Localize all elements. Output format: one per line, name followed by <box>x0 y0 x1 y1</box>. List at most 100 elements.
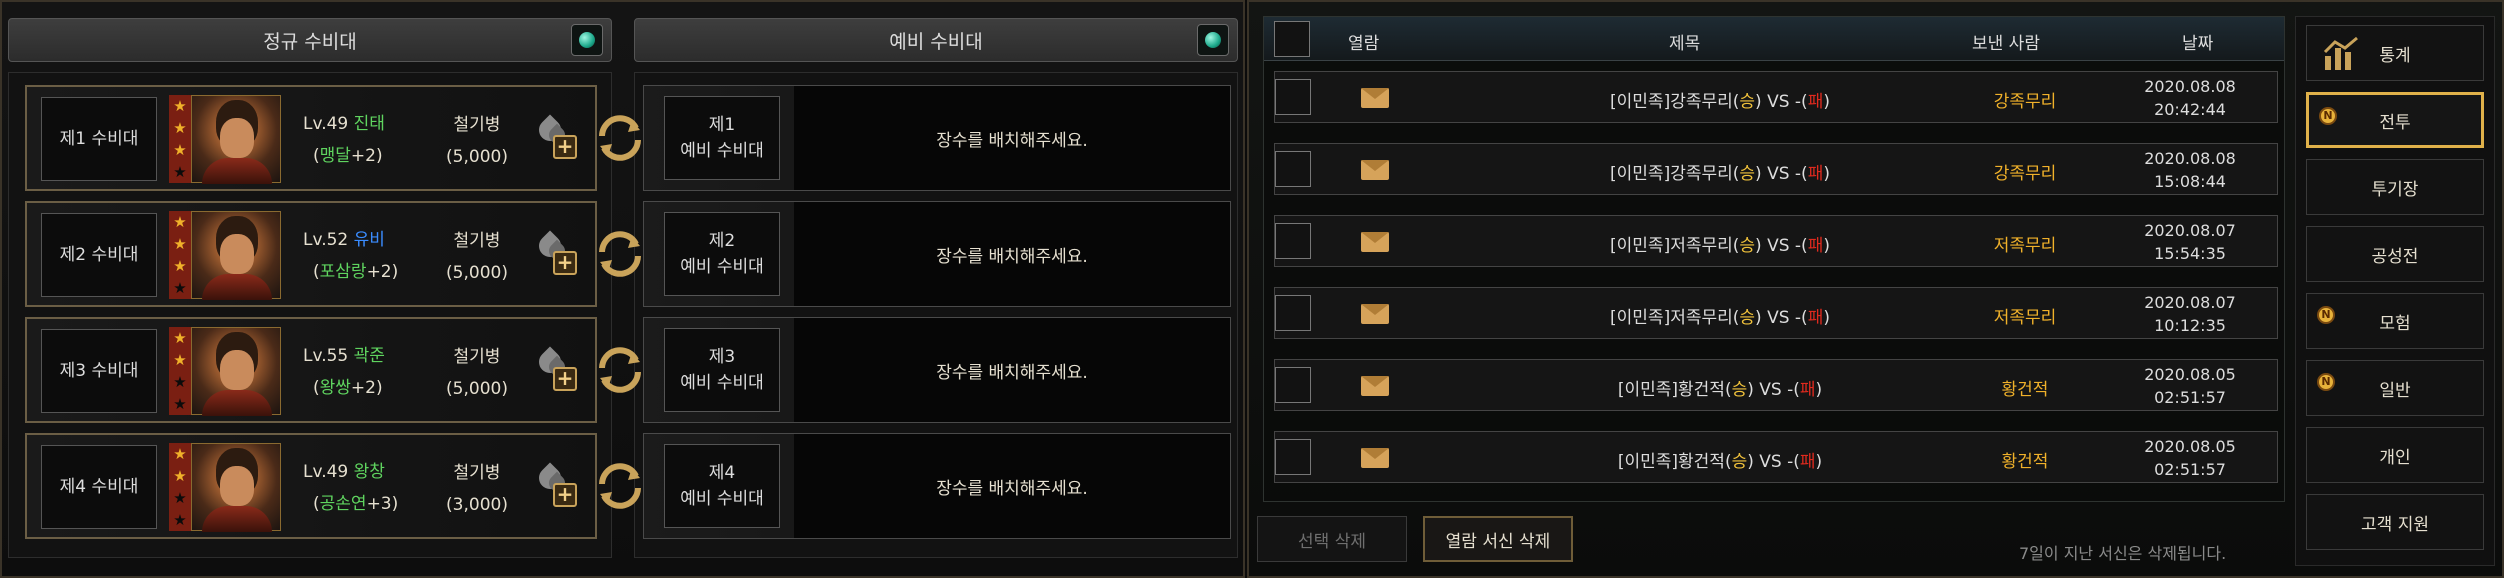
mail-row[interactable]: [이민족]황건적(승) VS -(패) 황건적 2020.08.05 02:51:… <box>1274 431 2278 483</box>
hero-portrait[interactable] <box>191 327 281 416</box>
mail-subject[interactable]: [이민족]황건적(승) VS -(패) <box>1485 447 1955 472</box>
gem-icon[interactable] <box>1197 24 1229 56</box>
mail-row[interactable]: [이민족]저족무리(승) VS -(패) 저족무리 2020.08.07 10:1… <box>1274 287 2278 339</box>
envelope-icon <box>1361 448 1389 468</box>
defense-row[interactable]: 제2 수비대 ★ ★ ★ ★ Lv.52 유비 (포삼랑+2) 철기병 (5,000) … <box>25 201 597 307</box>
mail-checkbox[interactable] <box>1275 79 1311 115</box>
troop-count: (3,000) <box>446 495 508 515</box>
mail-date: 2020.08.05 02:51:57 <box>2115 435 2265 481</box>
menu-item[interactable]: 개인 <box>2306 427 2484 483</box>
menu-item[interactable]: 투기장 <box>2306 159 2484 215</box>
hero-name: 유비 <box>353 230 385 250</box>
mail-subject[interactable]: [이민족]황건적(승) VS -(패) <box>1485 375 1955 400</box>
hero-star-rating: ★ ★ ★ ★ <box>169 211 191 299</box>
subject-lose: 패 <box>1807 308 1824 328</box>
add-troops-icon[interactable]: + <box>534 462 579 509</box>
subject-prefix: [이민족]저족무리( <box>1610 236 1740 256</box>
troop-count: (5,000) <box>446 147 508 167</box>
hero-portrait[interactable] <box>191 443 281 532</box>
defense-row[interactable]: 제1 수비대 ★ ★ ★ ★ Lv.49 진태 (맹달+2) 철기병 (5,000) + <box>25 85 597 191</box>
swap-icon[interactable] <box>592 110 648 166</box>
menu-item-label: 고객 지원 <box>2361 514 2429 535</box>
mail-sender: 저족무리 <box>1993 308 2057 328</box>
mail-row[interactable]: [이민족]황건적(승) VS -(패) 황건적 2020.08.05 02:51:… <box>1274 359 2278 411</box>
mail-checkbox[interactable] <box>1275 367 1311 403</box>
reserve-row[interactable]: 제4 예비 수비대 장수를 배치해주세요. <box>643 433 1231 539</box>
menu-item[interactable]: N 전투 <box>2306 92 2484 148</box>
mail-date: 2020.08.07 10:12:35 <box>2115 291 2265 337</box>
star-icon: ★ <box>173 119 187 137</box>
reserve-empty-message: 장수를 배치해주세요. <box>794 434 1230 538</box>
subject-prefix: [이민족]강족무리( <box>1610 92 1740 112</box>
star-icon: ★ <box>173 373 187 391</box>
hero-level: Lv.55 <box>303 346 349 366</box>
add-troops-icon[interactable]: + <box>534 114 579 161</box>
delete-read-button[interactable]: 열람 서신 삭제 <box>1423 516 1573 562</box>
select-all-checkbox[interactable] <box>1274 21 1310 57</box>
defense-row[interactable]: 제4 수비대 ★ ★ ★ ★ Lv.49 왕창 (공손연+3) 철기병 (3,000) … <box>25 433 597 539</box>
envelope-icon <box>1361 88 1389 108</box>
subject-prefix: [이민족]황건적( <box>1617 452 1732 472</box>
reserve-row[interactable]: 제1 예비 수비대 장수를 배치해주세요. <box>643 85 1231 191</box>
star-icon: ★ <box>173 329 187 347</box>
reserve-row[interactable]: 제2 예비 수비대 장수를 배치해주세요. <box>643 201 1231 307</box>
hero-sub: (포삼랑+2) <box>313 262 399 282</box>
subject-win: 승 <box>1731 380 1748 400</box>
mail-subject[interactable]: [이민족]저족무리(승) VS -(패) <box>1485 231 1955 256</box>
swap-icon[interactable] <box>592 226 648 282</box>
menu-item[interactable]: 공성전 <box>2306 226 2484 282</box>
mail-checkbox[interactable] <box>1275 151 1311 187</box>
mail-subject[interactable]: [이민족]강족무리(승) VS -(패) <box>1485 159 1955 184</box>
star-icon: ★ <box>173 163 187 181</box>
reserve-empty-message: 장수를 배치해주세요. <box>794 318 1230 422</box>
new-badge-icon: N <box>2319 107 2337 125</box>
subject-win: 승 <box>1731 452 1748 472</box>
reserve-slot-number: 제2 <box>708 231 736 251</box>
gem-icon[interactable] <box>571 24 603 56</box>
mail-subject[interactable]: [이민족]강족무리(승) VS -(패) <box>1485 87 1955 112</box>
sub-hero-name: 맹달 <box>319 146 351 166</box>
mail-row[interactable]: [이민족]저족무리(승) VS -(패) 저족무리 2020.08.07 15:5… <box>1274 215 2278 267</box>
mail-panel: 열람 제목 보낸 사람 날짜 [이민족]강족무리(승) VS -(패) 강족무리… <box>1247 0 2504 578</box>
menu-item[interactable]: N 모험 <box>2306 293 2484 349</box>
add-troops-icon[interactable]: + <box>534 346 579 393</box>
add-troops-icon[interactable]: + <box>534 230 579 277</box>
defense-row[interactable]: 제3 수비대 ★ ★ ★ ★ Lv.55 곽준 (왕쌍+2) 철기병 (5,000) + <box>25 317 597 423</box>
mail-date-day: 2020.08.07 <box>2144 293 2236 312</box>
menu-item[interactable]: N 일반 <box>2306 360 2484 416</box>
mail-row[interactable]: [이민족]강족무리(승) VS -(패) 강족무리 2020.08.08 20:4… <box>1274 71 2278 123</box>
star-icon: ★ <box>173 489 187 507</box>
header-date: 날짜 <box>2182 34 2214 54</box>
subject-vs: ) VS -( <box>1755 92 1808 112</box>
mail-row[interactable]: [이민족]강족무리(승) VS -(패) 강족무리 2020.08.08 15:0… <box>1274 143 2278 195</box>
regular-defense-list: 제1 수비대 ★ ★ ★ ★ Lv.49 진태 (맹달+2) 철기병 (5,000) +… <box>8 72 612 558</box>
mail-checkbox[interactable] <box>1275 439 1311 475</box>
star-icon: ★ <box>173 257 187 275</box>
regular-defense-title: 정규 수비대 <box>263 30 357 53</box>
swap-icon[interactable] <box>592 458 648 514</box>
swap-icon[interactable] <box>592 342 648 398</box>
delete-selected-button[interactable]: 선택 삭제 <box>1257 516 1407 562</box>
mail-date: 2020.08.07 15:54:35 <box>2115 219 2265 265</box>
menu-item[interactable]: 고객 지원 <box>2306 494 2484 550</box>
hero-level: Lv.49 <box>303 114 349 134</box>
troop-type: 철기병 <box>453 347 501 367</box>
reserve-slot-label: 제3 예비 수비대 <box>664 328 780 412</box>
mail-subject[interactable]: [이민족]저족무리(승) VS -(패) <box>1485 303 1955 328</box>
hero-level-name: Lv.55 곽준 <box>303 341 385 366</box>
defense-slot-label: 제3 수비대 <box>41 329 157 413</box>
menu-item[interactable]: 통계 <box>2306 25 2484 81</box>
mail-date-time: 02:51:57 <box>2154 460 2226 479</box>
hero-portrait[interactable] <box>191 95 281 184</box>
header-read: 열람 <box>1348 34 1380 54</box>
troop-count: (5,000) <box>446 263 508 283</box>
mail-sender: 강족무리 <box>1993 92 2057 112</box>
reserve-row[interactable]: 제3 예비 수비대 장수를 배치해주세요. <box>643 317 1231 423</box>
mail-checkbox[interactable] <box>1275 223 1311 259</box>
mail-date-time: 15:54:35 <box>2154 244 2226 263</box>
hero-portrait[interactable] <box>191 211 281 300</box>
subject-lose: 패 <box>1799 380 1816 400</box>
defense-slot-label: 제2 수비대 <box>41 213 157 297</box>
mail-checkbox[interactable] <box>1275 295 1311 331</box>
troop-type: 철기병 <box>453 231 501 251</box>
